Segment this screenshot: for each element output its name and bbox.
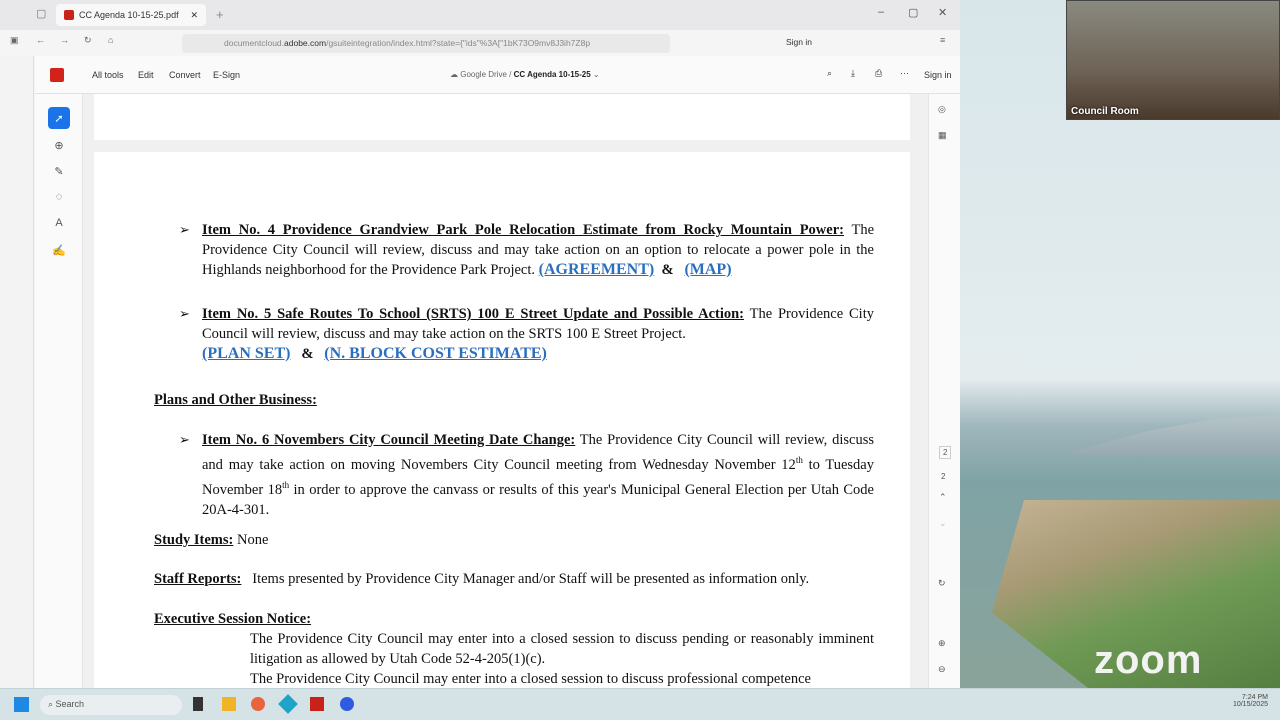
print-icon[interactable]: ⎙ bbox=[875, 68, 882, 79]
tool-rail: ➚ ⊕ ✎ ◌ A ✍ bbox=[35, 94, 83, 688]
select-tool-icon[interactable]: ➚ bbox=[48, 107, 70, 129]
acrobat-taskbar-icon[interactable] bbox=[310, 697, 324, 711]
lasso-tool-icon[interactable]: ◌ bbox=[48, 186, 70, 208]
agenda-item-5: Item No. 5 Safe Routes To School (SRTS) … bbox=[202, 306, 874, 362]
forward-button[interactable]: → bbox=[60, 35, 69, 45]
page-1-bottom bbox=[94, 94, 910, 140]
video-tile[interactable]: Council Room bbox=[1066, 0, 1280, 120]
cloud-icon: ☁ bbox=[450, 70, 461, 79]
right-panel: ◎ ▦ 2 2 ⌃ ⌄ ↻ ⊕ ⊖ bbox=[928, 94, 960, 688]
tab-bar: CC Agenda 10-15-25.pdf ✕ + ▢ – ▢ ✕ bbox=[0, 0, 960, 30]
zoom-taskbar-icon[interactable] bbox=[340, 697, 354, 711]
app-icon[interactable] bbox=[278, 694, 298, 714]
close-window-button[interactable]: ✕ bbox=[938, 6, 947, 19]
start-button[interactable] bbox=[14, 697, 29, 712]
new-tab-button[interactable]: + bbox=[216, 7, 224, 22]
taskbar-search[interactable]: ⌕ Search bbox=[40, 695, 182, 715]
current-page[interactable]: 2 bbox=[939, 446, 952, 459]
firefox-icon[interactable] bbox=[251, 697, 265, 711]
map-link[interactable]: (MAP) bbox=[684, 261, 731, 278]
acrobat-sign-in[interactable]: Sign in bbox=[924, 70, 952, 80]
nav-bar: ▣ ← → ↻ ⌂ documentcloud.adobe.com/gsuite… bbox=[0, 30, 960, 56]
page-down-icon[interactable]: ⌄ bbox=[939, 518, 947, 529]
taskbar: ⌕ Search 7:24 PM 10/15/2025 bbox=[0, 688, 1280, 720]
rotate-icon[interactable]: ↻ bbox=[938, 578, 946, 589]
cost-estimate-link[interactable]: (N. BLOCK COST ESTIMATE) bbox=[324, 345, 547, 362]
menu-all-tools[interactable]: All tools bbox=[92, 70, 124, 80]
plans-heading: Plans and Other Business: bbox=[154, 392, 317, 408]
zoom-tool-icon[interactable]: ⊕ bbox=[48, 134, 70, 156]
bullet-arrow: ➢ bbox=[179, 432, 190, 447]
sign-tool-icon[interactable]: ✍ bbox=[48, 239, 70, 261]
task-view-icon[interactable] bbox=[193, 697, 203, 711]
page-up-icon[interactable]: ⌃ bbox=[939, 492, 947, 503]
acrobat-logo bbox=[50, 68, 64, 82]
bullet-arrow: ➢ bbox=[179, 222, 190, 237]
thumbnails-icon[interactable]: ▦ bbox=[938, 130, 947, 141]
sign-in-button[interactable]: Sign in bbox=[786, 37, 812, 47]
pen-tool-icon[interactable]: ✎ bbox=[48, 160, 70, 182]
document-viewer[interactable]: ➢ Item No. 4 Providence Grandview Park P… bbox=[83, 94, 928, 688]
address-bar[interactable]: documentcloud.adobe.com/gsuiteintegratio… bbox=[182, 34, 670, 53]
tab-title: CC Agenda 10-15-25.pdf bbox=[79, 10, 179, 20]
search-icon[interactable]: ⌕ bbox=[827, 68, 832, 79]
browser-window: CC Agenda 10-15-25.pdf ✕ + ▢ – ▢ ✕ ▣ ← → … bbox=[0, 0, 960, 688]
total-pages: 2 bbox=[941, 472, 946, 481]
video-label: Council Room bbox=[1071, 106, 1139, 117]
menu-edit[interactable]: Edit bbox=[138, 70, 154, 80]
sidebar-toggle-icon[interactable]: ▣ bbox=[10, 35, 19, 46]
tab-list-icon[interactable]: ▢ bbox=[36, 7, 46, 20]
zoom-in-icon[interactable]: ⊕ bbox=[938, 638, 946, 649]
browser-sidebar bbox=[0, 56, 34, 688]
more-icon[interactable]: ··· bbox=[900, 68, 909, 78]
zoom-out-icon[interactable]: ⊖ bbox=[938, 664, 946, 675]
plan-set-link[interactable]: (PLAN SET) bbox=[202, 345, 290, 362]
back-button[interactable]: ← bbox=[36, 35, 45, 45]
menu-icon[interactable]: ≡ bbox=[940, 35, 945, 45]
tab-pdf[interactable]: CC Agenda 10-15-25.pdf ✕ bbox=[56, 4, 206, 26]
zoom-logo: zoom bbox=[1094, 638, 1203, 682]
page-2: ➢ Item No. 4 Providence Grandview Park P… bbox=[94, 152, 910, 688]
agenda-item-4: Item No. 4 Providence Grandview Park Pol… bbox=[202, 222, 874, 278]
location-label[interactable]: ☁ Google Drive / CC Agenda 10-15-25 ⌄ bbox=[450, 70, 600, 79]
acrobat-toolbar: All tools Edit Convert E-Sign ☁ Google D… bbox=[35, 56, 960, 94]
study-items: Study Items: None bbox=[154, 532, 269, 548]
menu-esign[interactable]: E-Sign bbox=[213, 70, 240, 80]
text-tool-icon[interactable]: A bbox=[48, 212, 70, 234]
mountain-shape bbox=[1060, 415, 1280, 455]
close-tab-icon[interactable]: ✕ bbox=[190, 10, 198, 21]
clock[interactable]: 7:24 PM 10/15/2025 bbox=[1233, 694, 1268, 708]
menu-convert[interactable]: Convert bbox=[169, 70, 201, 80]
maximize-button[interactable]: ▢ bbox=[908, 6, 918, 19]
executive-heading: Executive Session Notice: bbox=[154, 611, 312, 627]
reload-button[interactable]: ↻ bbox=[84, 35, 92, 46]
minimize-button[interactable]: – bbox=[878, 6, 884, 18]
download-icon[interactable]: ⤓ bbox=[851, 68, 855, 79]
executive-paragraph-1: The Providence City Council may enter in… bbox=[250, 631, 874, 667]
pdf-icon bbox=[64, 10, 74, 20]
file-explorer-icon[interactable] bbox=[222, 697, 236, 711]
zoom-background: Council Room zoom bbox=[960, 0, 1280, 688]
home-button[interactable]: ⌂ bbox=[108, 35, 113, 45]
staff-reports: Staff Reports: Items presented by Provid… bbox=[154, 571, 810, 587]
agenda-item-6: Item No. 6 Novembers City Council Meetin… bbox=[202, 432, 874, 518]
executive-paragraph-2: The Providence City Council may enter in… bbox=[250, 671, 811, 687]
bullet-arrow: ➢ bbox=[179, 306, 190, 321]
agreement-link[interactable]: (AGREEMENT) bbox=[539, 261, 655, 278]
ai-assistant-icon[interactable]: ◎ bbox=[938, 104, 946, 115]
